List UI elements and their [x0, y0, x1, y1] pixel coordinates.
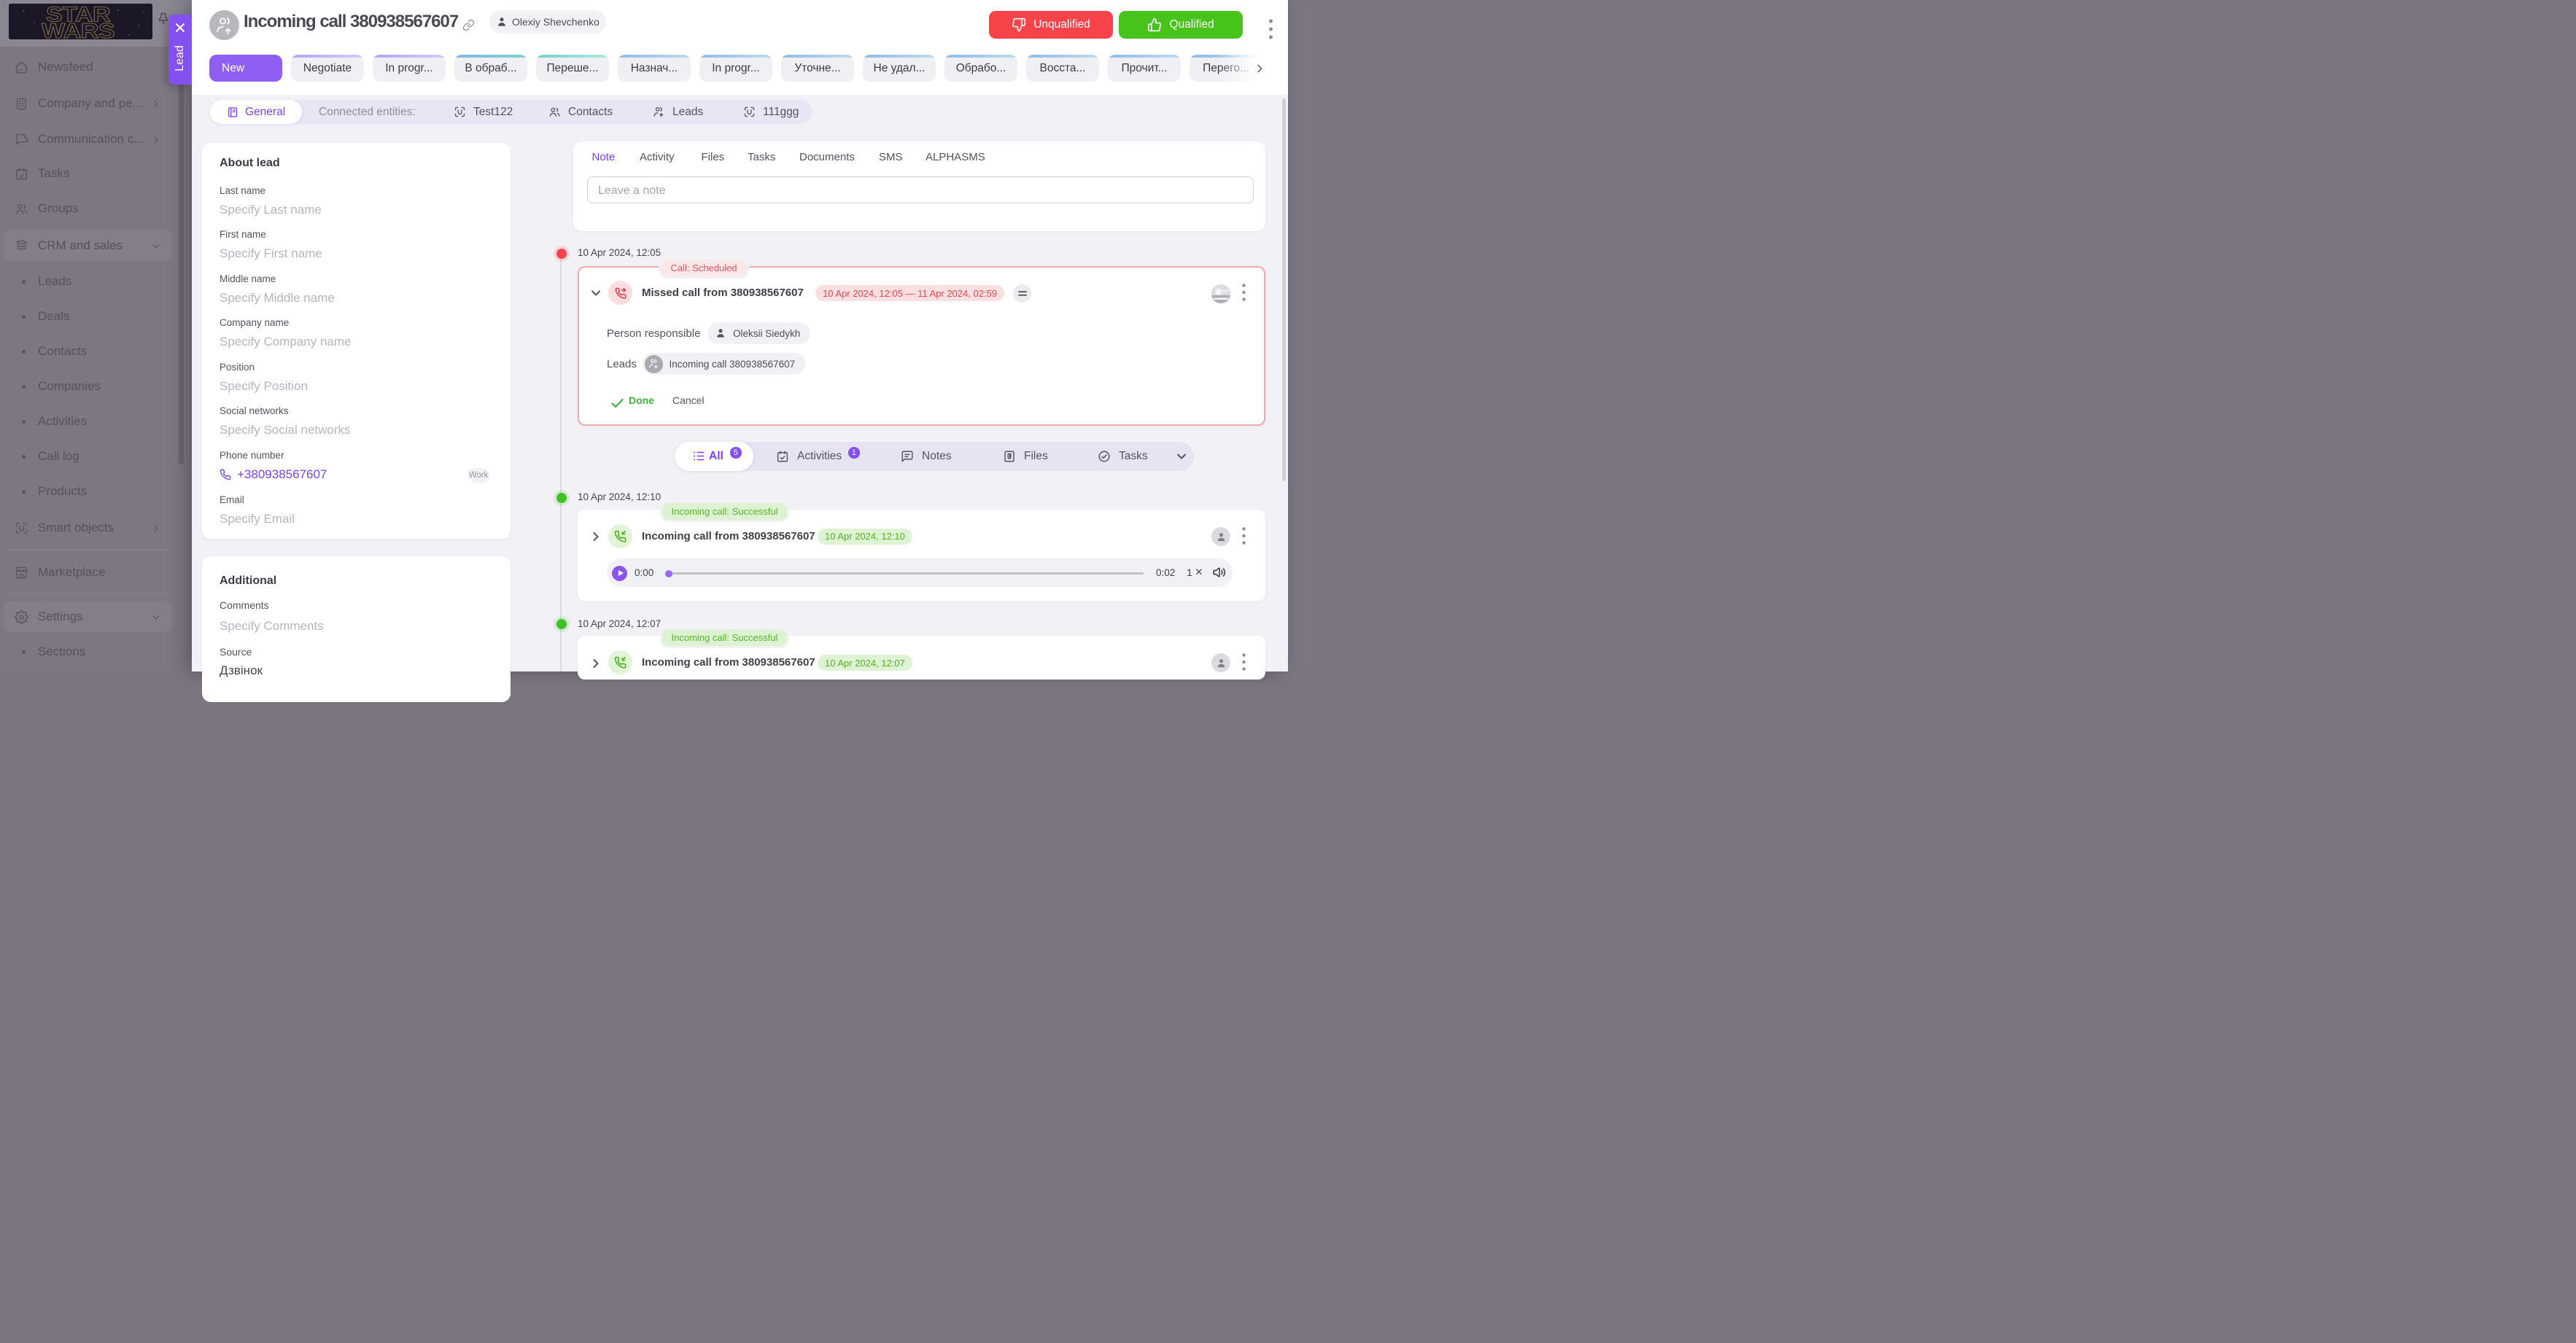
svg-text:WARS: WARS — [42, 18, 115, 39]
